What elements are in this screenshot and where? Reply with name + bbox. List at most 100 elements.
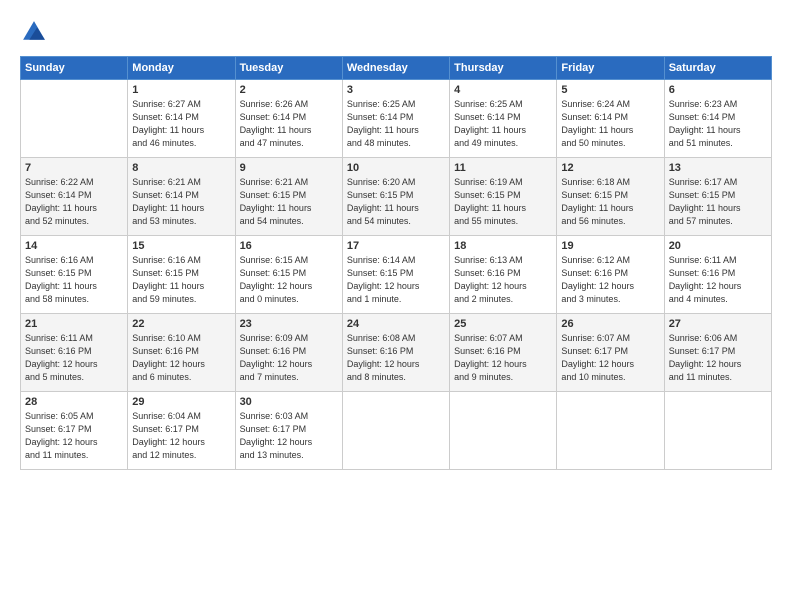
week-row-4: 21Sunrise: 6:11 AM Sunset: 6:16 PM Dayli… (21, 314, 772, 392)
day-info: Sunrise: 6:16 AM Sunset: 6:15 PM Dayligh… (25, 254, 123, 306)
day-info: Sunrise: 6:09 AM Sunset: 6:16 PM Dayligh… (240, 332, 338, 384)
day-cell: 3 Sunrise: 6:25 AM Sunset: 6:14 PM Daylig… (342, 80, 449, 158)
day-cell: 15 Sunrise: 6:16 AM Sunset: 6:15 PM Dayli… (128, 236, 235, 314)
col-header-monday: Monday (128, 57, 235, 80)
day-info: Sunrise: 6:08 AM Sunset: 6:16 PM Dayligh… (347, 332, 445, 384)
header-row: SundayMondayTuesdayWednesdayThursdayFrid… (21, 57, 772, 80)
day-cell: 2 Sunrise: 6:26 AM Sunset: 6:14 PM Daylig… (235, 80, 342, 158)
day-number: 1 (132, 84, 230, 96)
day-cell: 18 Sunrise: 6:13 AM Sunset: 6:16 PM Dayli… (450, 236, 557, 314)
day-info: Sunrise: 6:06 AM Sunset: 6:17 PM Dayligh… (669, 332, 767, 384)
day-info: Sunrise: 6:24 AM Sunset: 6:14 PM Dayligh… (561, 98, 659, 150)
week-row-2: 7 Sunrise: 6:22 AM Sunset: 6:14 PM Daylig… (21, 158, 772, 236)
day-number: 9 (240, 162, 338, 174)
day-info: Sunrise: 6:13 AM Sunset: 6:16 PM Dayligh… (454, 254, 552, 306)
week-row-1: 1 Sunrise: 6:27 AM Sunset: 6:14 PM Daylig… (21, 80, 772, 158)
day-cell: 8Sunrise: 6:21 AM Sunset: 6:14 PM Daylig… (128, 158, 235, 236)
day-info: Sunrise: 6:03 AM Sunset: 6:17 PM Dayligh… (240, 410, 338, 462)
day-cell (342, 392, 449, 470)
day-number: 11 (454, 162, 552, 174)
day-number: 4 (454, 84, 552, 96)
col-header-sunday: Sunday (21, 57, 128, 80)
day-number: 19 (561, 240, 659, 252)
day-cell: 25 Sunrise: 6:07 AM Sunset: 6:16 PM Dayli… (450, 314, 557, 392)
day-number: 6 (669, 84, 767, 96)
day-info: Sunrise: 6:11 AM Sunset: 6:16 PM Dayligh… (669, 254, 767, 306)
logo-icon (20, 18, 48, 46)
day-cell: 23 Sunrise: 6:09 AM Sunset: 6:16 PM Dayli… (235, 314, 342, 392)
page: SundayMondayTuesdayWednesdayThursdayFrid… (0, 0, 792, 612)
day-cell (21, 80, 128, 158)
col-header-tuesday: Tuesday (235, 57, 342, 80)
day-cell: 4Sunrise: 6:25 AM Sunset: 6:14 PM Daylig… (450, 80, 557, 158)
day-number: 17 (347, 240, 445, 252)
day-info: Sunrise: 6:26 AM Sunset: 6:14 PM Dayligh… (240, 98, 338, 150)
week-row-5: 28 Sunrise: 6:05 AM Sunset: 6:17 PM Dayli… (21, 392, 772, 470)
day-cell (664, 392, 771, 470)
day-number: 20 (669, 240, 767, 252)
day-info: Sunrise: 6:10 AM Sunset: 6:16 PM Dayligh… (132, 332, 230, 384)
day-number: 7 (25, 162, 123, 174)
day-info: Sunrise: 6:07 AM Sunset: 6:17 PM Dayligh… (561, 332, 659, 384)
day-cell: 12 Sunrise: 6:18 AM Sunset: 6:15 PM Dayli… (557, 158, 664, 236)
day-info: Sunrise: 6:16 AM Sunset: 6:15 PM Dayligh… (132, 254, 230, 306)
day-number: 27 (669, 318, 767, 330)
col-header-friday: Friday (557, 57, 664, 80)
day-number: 25 (454, 318, 552, 330)
day-cell: 1 Sunrise: 6:27 AM Sunset: 6:14 PM Daylig… (128, 80, 235, 158)
week-row-3: 14 Sunrise: 6:16 AM Sunset: 6:15 PM Dayli… (21, 236, 772, 314)
day-number: 16 (240, 240, 338, 252)
day-cell: 30Sunrise: 6:03 AM Sunset: 6:17 PM Dayli… (235, 392, 342, 470)
day-info: Sunrise: 6:11 AM Sunset: 6:16 PM Dayligh… (25, 332, 123, 384)
day-info: Sunrise: 6:21 AM Sunset: 6:15 PM Dayligh… (240, 176, 338, 228)
day-info: Sunrise: 6:05 AM Sunset: 6:17 PM Dayligh… (25, 410, 123, 462)
day-info: Sunrise: 6:18 AM Sunset: 6:15 PM Dayligh… (561, 176, 659, 228)
day-number: 10 (347, 162, 445, 174)
day-cell (557, 392, 664, 470)
day-number: 29 (132, 396, 230, 408)
day-info: Sunrise: 6:12 AM Sunset: 6:16 PM Dayligh… (561, 254, 659, 306)
calendar-table: SundayMondayTuesdayWednesdayThursdayFrid… (20, 56, 772, 470)
day-info: Sunrise: 6:17 AM Sunset: 6:15 PM Dayligh… (669, 176, 767, 228)
day-number: 18 (454, 240, 552, 252)
day-info: Sunrise: 6:21 AM Sunset: 6:14 PM Dayligh… (132, 176, 230, 228)
day-info: Sunrise: 6:04 AM Sunset: 6:17 PM Dayligh… (132, 410, 230, 462)
day-number: 15 (132, 240, 230, 252)
day-cell: 27 Sunrise: 6:06 AM Sunset: 6:17 PM Dayli… (664, 314, 771, 392)
day-cell: 6 Sunrise: 6:23 AM Sunset: 6:14 PM Daylig… (664, 80, 771, 158)
day-info: Sunrise: 6:25 AM Sunset: 6:14 PM Dayligh… (347, 98, 445, 150)
day-cell: 29 Sunrise: 6:04 AM Sunset: 6:17 PM Dayli… (128, 392, 235, 470)
day-cell: 11Sunrise: 6:19 AM Sunset: 6:15 PM Dayli… (450, 158, 557, 236)
day-number: 3 (347, 84, 445, 96)
day-cell: 13 Sunrise: 6:17 AM Sunset: 6:15 PM Dayli… (664, 158, 771, 236)
day-cell: 21Sunrise: 6:11 AM Sunset: 6:16 PM Dayli… (21, 314, 128, 392)
day-info: Sunrise: 6:22 AM Sunset: 6:14 PM Dayligh… (25, 176, 123, 228)
day-number: 5 (561, 84, 659, 96)
day-cell: 14 Sunrise: 6:16 AM Sunset: 6:15 PM Dayli… (21, 236, 128, 314)
day-cell: 7 Sunrise: 6:22 AM Sunset: 6:14 PM Daylig… (21, 158, 128, 236)
day-number: 28 (25, 396, 123, 408)
day-cell: 16 Sunrise: 6:15 AM Sunset: 6:15 PM Dayli… (235, 236, 342, 314)
day-cell: 10 Sunrise: 6:20 AM Sunset: 6:15 PM Dayli… (342, 158, 449, 236)
logo (20, 18, 52, 46)
day-cell: 9 Sunrise: 6:21 AM Sunset: 6:15 PM Daylig… (235, 158, 342, 236)
day-info: Sunrise: 6:23 AM Sunset: 6:14 PM Dayligh… (669, 98, 767, 150)
day-number: 23 (240, 318, 338, 330)
day-number: 26 (561, 318, 659, 330)
day-cell: 5 Sunrise: 6:24 AM Sunset: 6:14 PM Daylig… (557, 80, 664, 158)
day-info: Sunrise: 6:14 AM Sunset: 6:15 PM Dayligh… (347, 254, 445, 306)
col-header-thursday: Thursday (450, 57, 557, 80)
day-info: Sunrise: 6:15 AM Sunset: 6:15 PM Dayligh… (240, 254, 338, 306)
day-number: 13 (669, 162, 767, 174)
col-header-wednesday: Wednesday (342, 57, 449, 80)
day-number: 14 (25, 240, 123, 252)
day-cell: 26 Sunrise: 6:07 AM Sunset: 6:17 PM Dayli… (557, 314, 664, 392)
day-number: 2 (240, 84, 338, 96)
day-number: 24 (347, 318, 445, 330)
day-cell: 24 Sunrise: 6:08 AM Sunset: 6:16 PM Dayli… (342, 314, 449, 392)
day-number: 12 (561, 162, 659, 174)
day-cell: 17 Sunrise: 6:14 AM Sunset: 6:15 PM Dayli… (342, 236, 449, 314)
day-info: Sunrise: 6:20 AM Sunset: 6:15 PM Dayligh… (347, 176, 445, 228)
day-info: Sunrise: 6:07 AM Sunset: 6:16 PM Dayligh… (454, 332, 552, 384)
day-info: Sunrise: 6:27 AM Sunset: 6:14 PM Dayligh… (132, 98, 230, 150)
